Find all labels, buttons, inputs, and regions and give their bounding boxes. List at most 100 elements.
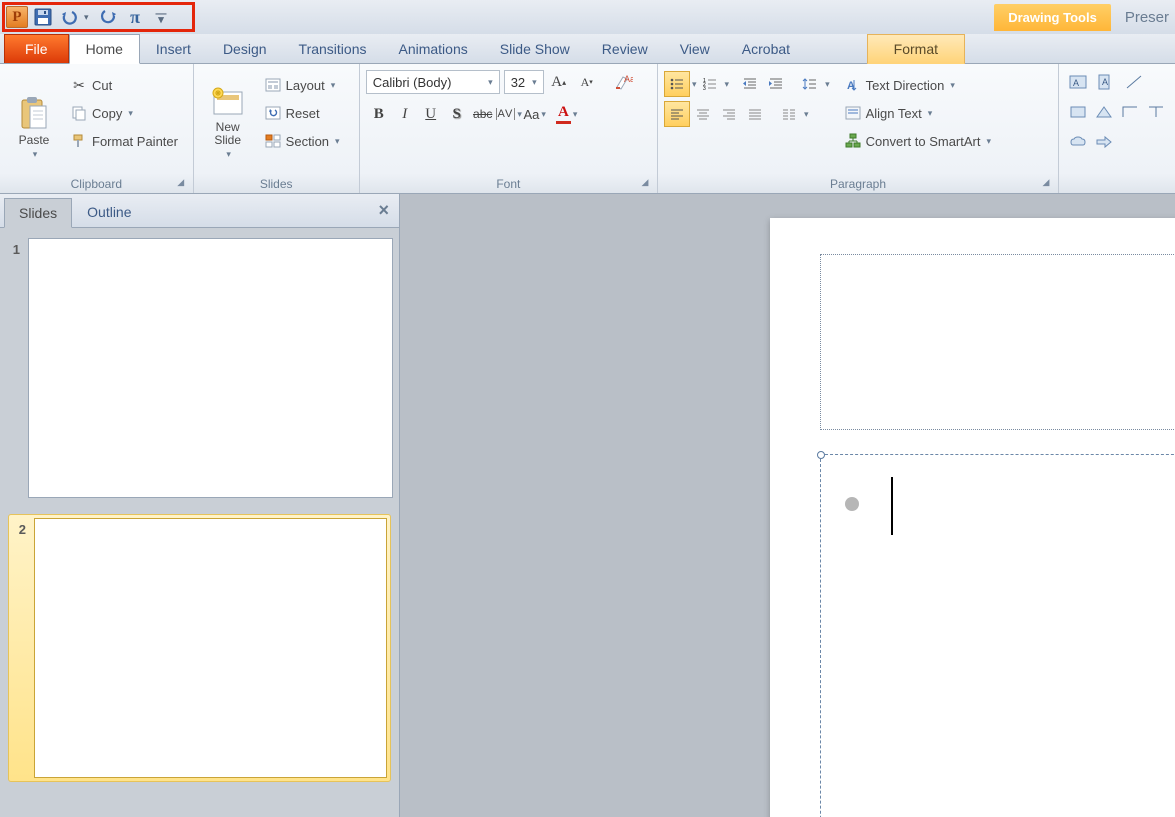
- tab-review[interactable]: Review: [586, 35, 664, 63]
- grow-font-icon[interactable]: A▴: [546, 69, 572, 95]
- font-color-icon[interactable]: A▾: [554, 101, 580, 127]
- layout-label: Layout: [286, 78, 325, 93]
- align-text-button[interactable]: Align Text▾: [840, 100, 995, 126]
- numbering-icon[interactable]: 123: [697, 71, 723, 97]
- tab-slideshow[interactable]: Slide Show: [484, 35, 586, 63]
- textbox-vert-shape-icon[interactable]: A: [1091, 69, 1117, 95]
- smartart-icon: [844, 132, 862, 150]
- char-spacing-icon[interactable]: AV▾: [496, 101, 522, 127]
- text-cursor: [891, 477, 893, 535]
- thumb-preview: [34, 518, 387, 778]
- undo-dropdown-icon[interactable]: ▾: [84, 12, 94, 23]
- cloud-shape-icon[interactable]: [1065, 129, 1091, 155]
- copy-dropdown-icon[interactable]: ▾: [128, 108, 133, 119]
- tab-design[interactable]: Design: [207, 35, 283, 63]
- tee-shape-icon[interactable]: [1143, 99, 1169, 125]
- clipboard-launcher-icon[interactable]: ◢: [175, 177, 187, 189]
- section-icon: [264, 132, 282, 150]
- new-slide-dropdown-icon[interactable]: ▾: [226, 149, 231, 160]
- convert-smartart-button[interactable]: Convert to SmartArt▾: [840, 128, 995, 154]
- group-slides: New Slide ▾ Layout▾ Reset Section▾ Slide…: [194, 64, 360, 193]
- tab-animations[interactable]: Animations: [382, 35, 483, 63]
- bold-icon[interactable]: B: [366, 101, 392, 127]
- paragraph-launcher-icon[interactable]: ◢: [1040, 177, 1052, 189]
- tab-home[interactable]: Home: [69, 34, 140, 64]
- section-label: Section: [286, 134, 329, 149]
- justify-icon[interactable]: [742, 101, 768, 127]
- rect-shape-icon[interactable]: [1065, 99, 1091, 125]
- paste-dropdown-icon[interactable]: ▾: [33, 149, 38, 160]
- strikethrough-icon[interactable]: abc: [470, 101, 496, 127]
- group-font-label: Font: [496, 177, 520, 191]
- align-left-icon[interactable]: [664, 101, 690, 127]
- close-panel-icon[interactable]: ×: [378, 200, 389, 221]
- cut-button[interactable]: ✂ Cut: [66, 72, 182, 98]
- elbow-shape-icon[interactable]: [1117, 99, 1143, 125]
- slide-canvas[interactable]: [400, 194, 1175, 817]
- tab-insert[interactable]: Insert: [140, 35, 207, 63]
- group-paragraph-label: Paragraph: [830, 177, 886, 191]
- font-size-combo[interactable]: 32▾: [504, 70, 544, 94]
- tab-transitions[interactable]: Transitions: [283, 35, 383, 63]
- layout-button[interactable]: Layout▾: [260, 72, 344, 98]
- copy-button[interactable]: Copy ▾: [66, 100, 182, 126]
- reset-icon: [264, 104, 282, 122]
- paste-button[interactable]: Paste ▾: [6, 68, 62, 160]
- underline-icon[interactable]: U: [418, 101, 444, 127]
- text-direction-icon: A: [844, 76, 862, 94]
- cut-icon: ✂: [70, 76, 88, 94]
- slide[interactable]: [770, 218, 1175, 817]
- new-slide-button[interactable]: New Slide ▾: [200, 68, 256, 160]
- equation-icon[interactable]: π: [124, 6, 146, 28]
- clear-formatting-icon[interactable]: Aa: [610, 69, 636, 95]
- title-placeholder[interactable]: [820, 254, 1175, 430]
- contextual-tab-group: Drawing Tools: [994, 4, 1111, 31]
- new-slide-label: New Slide: [214, 121, 241, 147]
- paste-label: Paste: [19, 133, 50, 147]
- arrow-shape-icon[interactable]: [1091, 129, 1117, 155]
- align-text-icon: [844, 104, 862, 122]
- font-name-combo[interactable]: Calibri (Body)▾: [366, 70, 500, 94]
- tab-file[interactable]: File: [4, 34, 69, 63]
- change-case-icon[interactable]: Aa▾: [522, 101, 548, 127]
- textbox-shape-icon[interactable]: A: [1065, 69, 1091, 95]
- side-tab-outline[interactable]: Outline: [72, 197, 146, 227]
- copy-label: Copy: [92, 106, 122, 121]
- content-placeholder[interactable]: [820, 454, 1175, 817]
- side-tab-slides[interactable]: Slides: [4, 198, 72, 228]
- format-painter-button[interactable]: Format Painter: [66, 128, 182, 154]
- thumbnail-1[interactable]: 1: [6, 238, 393, 498]
- thumb-preview: [28, 238, 393, 498]
- smartart-label: Convert to SmartArt: [866, 134, 981, 149]
- group-clipboard-label: Clipboard: [71, 177, 122, 191]
- bullet-icon: [845, 497, 859, 511]
- group-slides-label: Slides: [260, 177, 293, 191]
- triangle-shape-icon[interactable]: [1091, 99, 1117, 125]
- decrease-indent-icon[interactable]: [737, 71, 763, 97]
- reset-button[interactable]: Reset: [260, 100, 344, 126]
- shrink-font-icon[interactable]: A▾: [574, 69, 600, 95]
- thumb-number: 2: [12, 518, 26, 778]
- undo-icon[interactable]: [58, 6, 80, 28]
- align-right-icon[interactable]: [716, 101, 742, 127]
- tab-view[interactable]: View: [664, 35, 726, 63]
- customize-qat-icon[interactable]: ―▾: [150, 6, 172, 28]
- bullets-icon[interactable]: [664, 71, 690, 97]
- increase-indent-icon[interactable]: [763, 71, 789, 97]
- line-shape-icon[interactable]: [1121, 69, 1147, 95]
- align-center-icon[interactable]: [690, 101, 716, 127]
- section-button[interactable]: Section▾: [260, 128, 344, 154]
- thumbnail-2[interactable]: 2: [8, 514, 391, 782]
- paste-icon: [17, 97, 51, 131]
- text-direction-button[interactable]: A Text Direction▾: [840, 72, 995, 98]
- redo-icon[interactable]: [98, 6, 120, 28]
- resize-handle-icon[interactable]: [817, 451, 825, 459]
- save-icon[interactable]: [32, 6, 54, 28]
- tab-format[interactable]: Format: [867, 34, 965, 64]
- tab-acrobat[interactable]: Acrobat: [726, 35, 806, 63]
- italic-icon[interactable]: I: [392, 101, 418, 127]
- shadow-icon[interactable]: S: [444, 101, 470, 127]
- columns-icon[interactable]: [776, 101, 802, 127]
- font-launcher-icon[interactable]: ◢: [639, 177, 651, 189]
- line-spacing-icon[interactable]: [797, 71, 823, 97]
